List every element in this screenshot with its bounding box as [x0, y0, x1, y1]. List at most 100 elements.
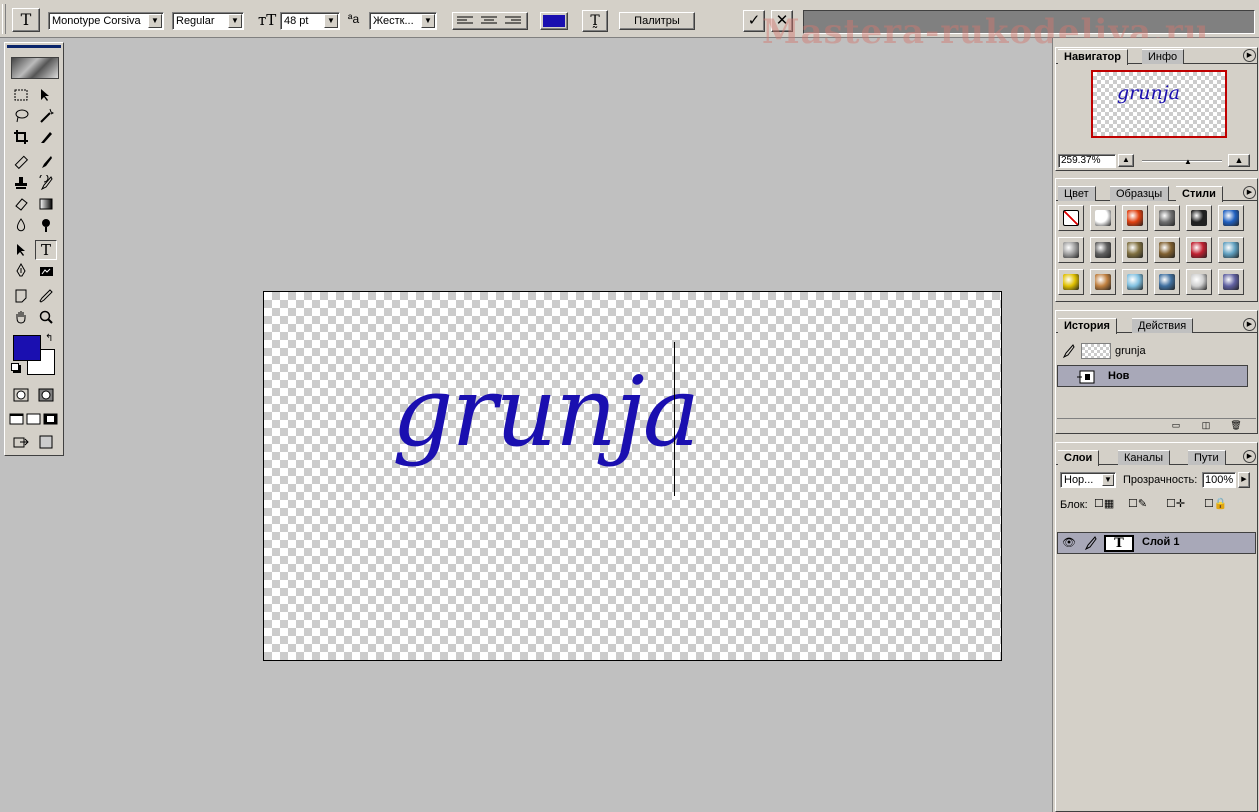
- lasso-tool-icon[interactable]: [10, 106, 32, 126]
- standard-mode-icon[interactable]: [10, 385, 32, 405]
- type-tool-icon[interactable]: T: [35, 240, 57, 260]
- style-swatch[interactable]: [1186, 269, 1212, 295]
- opacity-input[interactable]: 100%: [1202, 472, 1236, 488]
- zoom-slider-thumb[interactable]: ▲: [1184, 157, 1192, 166]
- brush-link-icon[interactable]: [1082, 536, 1098, 552]
- options-bar-grip[interactable]: [2, 4, 6, 34]
- font-size-select[interactable]: 48 pt ▼: [280, 12, 340, 30]
- pen-tool-icon[interactable]: [10, 261, 32, 281]
- style-swatch[interactable]: [1090, 269, 1116, 295]
- clone-stamp-icon[interactable]: [10, 173, 32, 193]
- canvas-text-layer[interactable]: grunja: [392, 356, 700, 468]
- new-document-icon[interactable]: ▭: [1169, 420, 1183, 432]
- warp-text-icon[interactable]: T̰: [582, 10, 608, 32]
- lock-image-icon[interactable]: ☐✎: [1128, 497, 1147, 510]
- style-swatch[interactable]: [1218, 237, 1244, 263]
- move-tool-icon[interactable]: [35, 85, 57, 105]
- navigator-preview[interactable]: grunja: [1091, 70, 1227, 138]
- zoom-input[interactable]: 259.37%: [1058, 154, 1116, 168]
- zoom-tool-icon[interactable]: [35, 307, 57, 327]
- history-brush-icon[interactable]: [1060, 343, 1076, 362]
- default-colors-icon[interactable]: [11, 363, 19, 371]
- zoom-out-icon[interactable]: ▲: [1118, 154, 1134, 167]
- eyedropper-tool-icon[interactable]: [35, 286, 57, 306]
- text-color-button[interactable]: [540, 12, 568, 30]
- crop-tool-icon[interactable]: [10, 127, 32, 147]
- style-swatch[interactable]: [1154, 269, 1180, 295]
- gradient-tool-icon[interactable]: [35, 194, 57, 214]
- opacity-arrow-icon[interactable]: ▶: [1238, 472, 1250, 488]
- style-swatch[interactable]: [1122, 205, 1148, 231]
- tab-history[interactable]: История: [1058, 318, 1117, 334]
- dodge-tool-icon[interactable]: [35, 215, 57, 235]
- style-swatch[interactable]: [1090, 205, 1116, 231]
- style-swatch[interactable]: [1154, 237, 1180, 263]
- history-snapshot-row[interactable]: grunja: [1057, 341, 1248, 363]
- shape-tool-icon[interactable]: [35, 261, 57, 281]
- align-center-icon[interactable]: [481, 16, 499, 29]
- brush-tool-icon[interactable]: [35, 152, 57, 172]
- eye-icon[interactable]: 👁: [1061, 536, 1077, 552]
- adobe-online-icon[interactable]: [11, 57, 59, 79]
- antialias-select[interactable]: Жестк... ▼: [369, 12, 437, 30]
- lock-transparency-icon[interactable]: ☐▦: [1094, 497, 1114, 510]
- full-screen-menu-icon[interactable]: [26, 409, 42, 429]
- hand-tool-icon[interactable]: [10, 307, 32, 327]
- document-canvas[interactable]: grunja: [263, 291, 1002, 661]
- slice-tool-icon[interactable]: [35, 127, 57, 147]
- tab-navigator[interactable]: Навигатор: [1058, 49, 1128, 65]
- palettes-button[interactable]: Палитры: [619, 12, 695, 30]
- lock-position-icon[interactable]: ☐✛: [1166, 497, 1185, 510]
- trash-icon[interactable]: 🗑: [1229, 420, 1243, 432]
- standard-screen-icon[interactable]: [9, 409, 25, 429]
- style-none-swatch[interactable]: [1058, 205, 1084, 231]
- style-swatch[interactable]: [1122, 269, 1148, 295]
- layer-name[interactable]: Слой 1: [1142, 536, 1179, 548]
- style-swatch[interactable]: [1154, 205, 1180, 231]
- style-swatch[interactable]: [1122, 237, 1148, 263]
- foreground-color-swatch[interactable]: [13, 335, 41, 361]
- imageready-icon[interactable]: [35, 432, 57, 452]
- tab-info[interactable]: Инфо: [1142, 49, 1185, 64]
- font-family-select[interactable]: Monotype Corsiva ▼: [48, 12, 164, 30]
- path-selection-icon[interactable]: [10, 240, 32, 260]
- style-swatch[interactable]: [1186, 237, 1212, 263]
- tab-channels[interactable]: Каналы: [1118, 450, 1171, 465]
- zoom-slider[interactable]: [1142, 160, 1222, 162]
- text-tool-preset-button[interactable]: T: [12, 8, 40, 32]
- magic-wand-tool-icon[interactable]: [35, 106, 57, 126]
- palette-menu-icon[interactable]: ▶: [1243, 49, 1256, 62]
- style-swatch[interactable]: [1058, 237, 1084, 263]
- full-screen-icon[interactable]: [43, 409, 59, 429]
- history-brush-icon[interactable]: [35, 173, 57, 193]
- blur-tool-icon[interactable]: [10, 215, 32, 235]
- marquee-tool-icon[interactable]: [10, 85, 32, 105]
- palette-menu-icon[interactable]: ▶: [1243, 450, 1256, 463]
- font-style-select[interactable]: Regular ▼: [172, 12, 244, 30]
- tab-paths[interactable]: Пути: [1188, 450, 1226, 465]
- style-swatch[interactable]: [1186, 205, 1212, 231]
- quick-mask-mode-icon[interactable]: [35, 385, 57, 405]
- eraser-tool-icon[interactable]: [10, 194, 32, 214]
- palette-menu-icon[interactable]: ▶: [1243, 318, 1256, 331]
- history-step-row[interactable]: Нов: [1057, 365, 1248, 387]
- tab-color[interactable]: Цвет: [1058, 186, 1096, 201]
- align-right-icon[interactable]: [505, 16, 523, 29]
- toolbox-titlebar[interactable]: [7, 45, 61, 48]
- tab-styles[interactable]: Стили: [1176, 186, 1223, 202]
- jump-to-imageready-icon[interactable]: [10, 432, 32, 452]
- palette-menu-icon[interactable]: ▶: [1243, 186, 1256, 199]
- layer-row[interactable]: 👁 T Слой 1: [1057, 532, 1256, 554]
- healing-brush-icon[interactable]: [10, 152, 32, 172]
- tab-swatches[interactable]: Образцы: [1110, 186, 1170, 201]
- style-swatch[interactable]: [1058, 269, 1084, 295]
- tab-layers[interactable]: Слои: [1058, 450, 1100, 466]
- tab-actions[interactable]: Действия: [1132, 318, 1194, 333]
- notes-tool-icon[interactable]: [10, 286, 32, 306]
- swap-colors-icon[interactable]: ↰: [45, 333, 53, 344]
- zoom-in-icon[interactable]: ▲: [1228, 154, 1250, 167]
- style-swatch[interactable]: [1090, 237, 1116, 263]
- align-left-icon[interactable]: [457, 16, 475, 29]
- lock-all-icon[interactable]: ☐🔒: [1204, 497, 1228, 510]
- style-swatch[interactable]: [1218, 205, 1244, 231]
